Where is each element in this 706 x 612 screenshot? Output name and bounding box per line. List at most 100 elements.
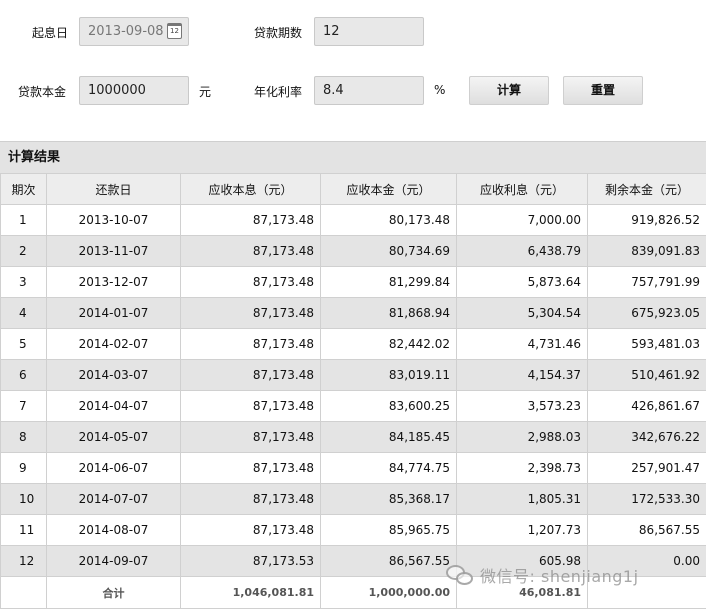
cell-remaining: 593,481.03: [587, 328, 706, 360]
cell-date: 2014-06-07: [46, 452, 181, 484]
cell-total: 87,173.48: [180, 452, 321, 484]
result-title: 计算结果: [0, 141, 706, 173]
cell-date: 2014-08-07: [46, 514, 181, 546]
schedule-table: 期次 还款日 应收本息（元） 应收本金（元） 应收利息（元） 剩余本金（元） 1…: [0, 173, 706, 609]
cell-date: 2013-12-07: [46, 266, 181, 298]
cell-interest: 7,000.00: [456, 204, 588, 236]
header-total: 应收本息（元）: [180, 173, 321, 205]
cell-period: 12: [0, 545, 47, 577]
cell-remaining: 839,091.83: [587, 235, 706, 267]
table-row: 4 2014-01-07 87,173.48 81,868.94 5,304.54 675…: [0, 297, 706, 329]
cell-principal: 82,442.02: [320, 328, 457, 360]
cell-period: 8: [0, 421, 47, 453]
cell-principal: 85,368.17: [320, 483, 457, 515]
cell-date: 2014-07-07: [46, 483, 181, 515]
table-row: 6 2014-03-07 87,173.48 83,019.11 4,154.37 510…: [0, 359, 706, 391]
totals-label: 合计: [46, 576, 181, 609]
cell-total: 87,173.48: [180, 390, 321, 422]
table-row: 7 2014-04-07 87,173.48 83,600.25 3,573.23 426…: [0, 390, 706, 422]
cell-interest: 1,805.31: [456, 483, 588, 515]
cell-principal: 84,774.75: [320, 452, 457, 484]
cell-period: 1: [0, 204, 47, 236]
cell-date: 2013-10-07: [46, 204, 181, 236]
cell-remaining: 342,676.22: [587, 421, 706, 453]
principal-label: 贷款本金: [18, 85, 67, 99]
cell-interest: 5,873.64: [456, 266, 588, 298]
table-row: 8 2014-05-07 87,173.48 84,185.45 2,988.03 342…: [0, 421, 706, 453]
table-row: 10 2014-07-07 87,173.48 85,368.17 1,805.31 17…: [0, 483, 706, 515]
term-input[interactable]: 12: [314, 17, 424, 46]
principal-unit: 元: [199, 85, 212, 99]
principal-input[interactable]: 1000000: [79, 76, 189, 105]
reset-button[interactable]: 重置: [563, 76, 643, 105]
cell-period: 2: [0, 235, 47, 267]
cell-interest: 1,207.73: [456, 514, 588, 546]
cell-total: 87,173.48: [180, 359, 321, 391]
cell-total: 87,173.48: [180, 514, 321, 546]
cell-date: 2014-02-07: [46, 328, 181, 360]
rate-input[interactable]: 8.4: [314, 76, 424, 105]
cell-total: 87,173.48: [180, 483, 321, 515]
cell-principal: 81,299.84: [320, 266, 457, 298]
cell-period: 10: [0, 483, 47, 515]
cell-period: 6: [0, 359, 47, 391]
cell-remaining: 172,533.30: [587, 483, 706, 515]
cell-principal: 84,185.45: [320, 421, 457, 453]
table-row: 5 2014-02-07 87,173.48 82,442.02 4,731.46 593…: [0, 328, 706, 360]
cell-principal: 80,173.48: [320, 204, 457, 236]
start-date-field[interactable]: 2013-09-08 12: [79, 17, 189, 46]
calendar-icon[interactable]: 12: [167, 23, 182, 39]
header-remaining: 剩余本金（元）: [587, 173, 706, 205]
cell-interest: 4,154.37: [456, 359, 588, 391]
cell-total: 87,173.53: [180, 545, 321, 577]
cell-period: 11: [0, 514, 47, 546]
watermark: 微信号: shenjiang1j: [446, 560, 639, 590]
cell-interest: 3,573.23: [456, 390, 588, 422]
calculate-button[interactable]: 计算: [469, 76, 549, 105]
cell-period: 4: [0, 297, 47, 329]
cell-period: 3: [0, 266, 47, 298]
watermark-text: 微信号: shenjiang1j: [480, 567, 639, 586]
cell-total: 87,173.48: [180, 328, 321, 360]
cell-date: 2014-05-07: [46, 421, 181, 453]
cell-interest: 6,438.79: [456, 235, 588, 267]
cell-remaining: 86,567.55: [587, 514, 706, 546]
start-date-label: 起息日: [32, 26, 69, 40]
cell-date: 2014-01-07: [46, 297, 181, 329]
header-interest: 应收利息（元）: [456, 173, 588, 205]
cell-principal: 85,965.75: [320, 514, 457, 546]
header-period: 期次: [0, 173, 47, 205]
cell-interest: 2,398.73: [456, 452, 588, 484]
cell-date: 2014-03-07: [46, 359, 181, 391]
cell-remaining: 510,461.92: [587, 359, 706, 391]
table-row: 3 2013-12-07 87,173.48 81,299.84 5,873.64 757…: [0, 266, 706, 298]
totals-empty-cell: [0, 576, 47, 609]
header-principal: 应收本金（元）: [320, 173, 457, 205]
cell-interest: 2,988.03: [456, 421, 588, 453]
cell-total: 87,173.48: [180, 204, 321, 236]
cell-remaining: 919,826.52: [587, 204, 706, 236]
header-date: 还款日: [46, 173, 181, 205]
totals-principal: 1,000,000.00: [320, 576, 457, 609]
cell-period: 9: [0, 452, 47, 484]
cell-period: 5: [0, 328, 47, 360]
cell-principal: 83,019.11: [320, 359, 457, 391]
cell-principal: 80,734.69: [320, 235, 457, 267]
cell-remaining: 757,791.99: [587, 266, 706, 298]
cell-total: 87,173.48: [180, 235, 321, 267]
cell-remaining: 675,923.05: [587, 297, 706, 329]
cell-total: 87,173.48: [180, 421, 321, 453]
totals-total: 1,046,081.81: [180, 576, 321, 609]
cell-principal: 83,600.25: [320, 390, 457, 422]
cell-interest: 4,731.46: [456, 328, 588, 360]
cell-remaining: 426,861.67: [587, 390, 706, 422]
wechat-icon: [446, 563, 476, 587]
cell-period: 7: [0, 390, 47, 422]
cell-total: 87,173.48: [180, 297, 321, 329]
cell-principal: 86,567.55: [320, 545, 457, 577]
cell-remaining: 257,901.47: [587, 452, 706, 484]
cell-principal: 81,868.94: [320, 297, 457, 329]
table-header-row: 期次 还款日 应收本息（元） 应收本金（元） 应收利息（元） 剩余本金（元）: [0, 173, 706, 205]
rate-label: 年化利率: [254, 85, 303, 99]
cell-date: 2014-04-07: [46, 390, 181, 422]
